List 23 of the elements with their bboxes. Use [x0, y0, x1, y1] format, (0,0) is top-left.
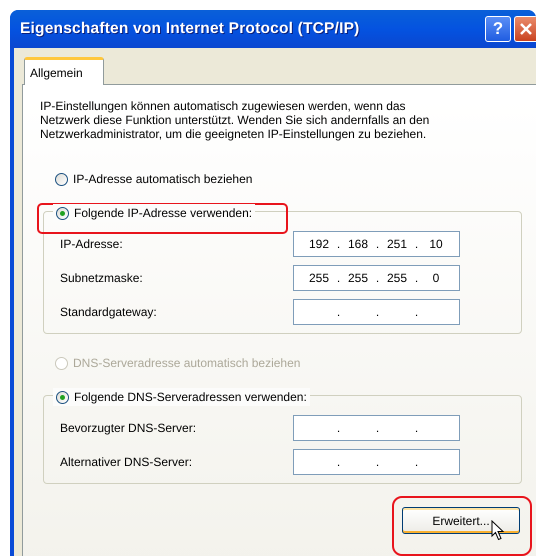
ip-address-field[interactable]: . . . [293, 415, 460, 441]
radio-button[interactable] [56, 390, 69, 404]
ip-address-field[interactable]: . . . [293, 299, 460, 325]
help-button[interactable]: ? [485, 16, 511, 42]
ip-address-field[interactable]: . . . [293, 449, 460, 475]
advanced-button[interactable]: Erweitert... [402, 507, 520, 534]
window-title: Eigenschaften von Internet Protocol (TCP/IP) [20, 19, 360, 40]
radio-button[interactable] [55, 172, 68, 186]
description-text: IP-Einstellungen können automatisch zugewiesen werden, wenn das Netzwerk diese Funktion unterstützt. Wenden Sie sich andernfalls an den Netzwerkadministrator, um die geeigneten IP-Einstellungen zu beziehen. [40, 99, 430, 141]
close-icon[interactable] [518, 22, 532, 36]
field-label: Alternativer DNS-Server: [60, 454, 194, 471]
field-label: IP-Adresse: [60, 236, 124, 253]
radio-button[interactable] [56, 206, 69, 220]
ip-address-field[interactable]: 255 . 255 . 255 . 0 [293, 265, 460, 291]
radio-label[interactable]: IP-Adresse automatisch beziehen [73, 170, 252, 188]
close-button[interactable] [514, 16, 536, 42]
field-label: Standardgateway: [60, 304, 158, 321]
field-label: Bevorzugter DNS-Server: [60, 420, 198, 437]
ip-address-field[interactable]: 192 . 168 . 251 . 10 [293, 231, 460, 257]
mouse-cursor-icon [491, 520, 505, 541]
radio-label[interactable]: Folgende IP-Adresse verwenden: [74, 204, 252, 222]
tab[interactable]: Allgemein [24, 57, 104, 85]
field-label: Subnetzmaske: [60, 270, 144, 287]
